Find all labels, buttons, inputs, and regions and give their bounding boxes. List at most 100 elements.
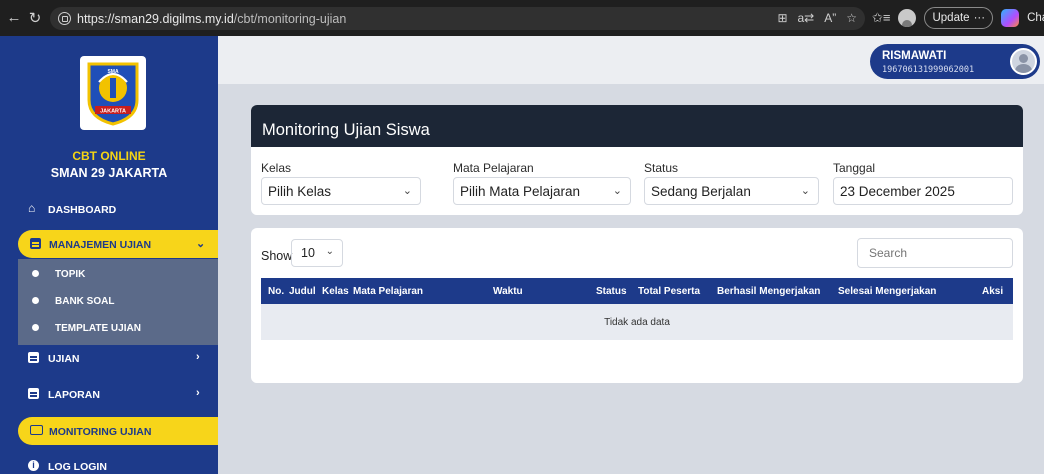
sidebar: JAKARTA SMA CBT ONLINE SMAN 29 JAKARTA ⌂… xyxy=(0,36,218,474)
svg-text:SMA: SMA xyxy=(107,69,119,75)
site-info-icon[interactable] xyxy=(58,12,71,25)
submenu-item-label: TOPIK xyxy=(55,269,86,280)
sidebar-item-ujian[interactable]: UJIAN › xyxy=(0,344,218,372)
column-header: Selesai Mengerjakan xyxy=(838,286,937,297)
page-size-select[interactable]: 10 ⌄ xyxy=(291,239,343,267)
submenu-item-label: BANK SOAL xyxy=(55,296,115,307)
sidebar-item-label: LOG LOGIN xyxy=(48,461,107,473)
main-content: Monitoring Ujian Siswa Kelas Pilih Kelas… xyxy=(218,84,1044,474)
split-screen-icon[interactable]: ⊞ xyxy=(777,11,787,25)
browser-toolbar: ← ↻ https://sman29.digilms.my.id/cbt/mon… xyxy=(0,0,1044,36)
submenu-manajemen-ujian: TOPIK BANK SOAL TEMPLATE UJIAN xyxy=(18,259,218,345)
document-icon xyxy=(28,388,39,399)
reload-icon[interactable]: ↻ xyxy=(24,9,46,27)
school-logo-emblem: JAKARTA SMA xyxy=(87,62,139,126)
school-logo: JAKARTA SMA xyxy=(80,56,146,130)
filter-status: Status Sedang Berjalan ⌄ xyxy=(644,161,819,205)
column-header: Aksi xyxy=(982,286,1004,297)
submenu-item-topik[interactable]: TOPIK xyxy=(18,261,218,287)
sidebar-item-laporan[interactable]: LAPORAN › xyxy=(0,380,218,408)
submenu-item-bank-soal[interactable]: BANK SOAL xyxy=(18,288,218,314)
copilot-icon[interactable] xyxy=(1001,9,1020,27)
address-bar[interactable]: https://sman29.digilms.my.id/cbt/monitor… xyxy=(50,7,865,30)
submenu-item-label: TEMPLATE UJIAN xyxy=(55,323,141,334)
select-value: Pilih Mata Pelajaran xyxy=(460,183,581,199)
status-select[interactable]: Sedang Berjalan ⌄ xyxy=(644,177,819,205)
bullet-icon xyxy=(32,270,39,277)
favorites-icon[interactable]: ✩≡ xyxy=(872,10,890,26)
sidebar-item-monitoring-ujian[interactable]: MONITORING UJIAN xyxy=(18,417,218,445)
column-header: Status xyxy=(596,286,627,297)
page-title: Monitoring Ujian Siswa xyxy=(262,121,430,139)
info-icon: i xyxy=(28,460,39,471)
sidebar-item-log-login[interactable]: i LOG LOGIN xyxy=(0,452,218,474)
search-input[interactable] xyxy=(857,238,1013,268)
table-body: Tidak ada data xyxy=(261,304,1013,340)
translate-icon[interactable]: a⇄ xyxy=(798,11,815,25)
column-header: Judul xyxy=(289,286,316,297)
school-name: SMAN 29 JAKARTA xyxy=(50,166,168,180)
update-button[interactable]: Update ··· xyxy=(924,7,994,29)
document-icon xyxy=(28,352,39,363)
svg-text:JAKARTA: JAKARTA xyxy=(100,109,126,115)
bullet-icon xyxy=(32,324,39,331)
document-icon xyxy=(30,238,41,249)
filter-tanggal: Tanggal 23 December 2025 xyxy=(833,161,1013,205)
home-icon: ⌂ xyxy=(28,201,36,215)
submenu-item-template-ujian[interactable]: TEMPLATE UJIAN xyxy=(18,315,218,341)
table-header: No. Judul Kelas Mata Pelajaran Waktu Sta… xyxy=(261,278,1013,304)
chevron-down-icon: ⌄ xyxy=(612,185,622,197)
filter-label: Kelas xyxy=(261,161,292,175)
select-value: 10 xyxy=(301,246,315,260)
monitor-icon xyxy=(30,425,43,435)
address-bar-actions: ⊞ a⇄ A” ☆ xyxy=(777,11,857,25)
browser-actions: ✩≡ Update ··· Cha xyxy=(872,7,1044,29)
user-id: 196706131999062001 xyxy=(882,65,975,75)
chevron-down-icon: ⌄ xyxy=(402,185,412,197)
favorite-star-icon[interactable]: ☆ xyxy=(846,11,857,25)
mata-pelajaran-select[interactable]: Pilih Mata Pelajaran ⌄ xyxy=(453,177,631,205)
empty-state: Tidak ada data xyxy=(604,317,670,328)
sidebar-item-manajemen-ujian[interactable]: MANAJEMEN UJIAN ⌄ xyxy=(18,230,218,258)
read-aloud-icon[interactable]: A” xyxy=(824,11,836,25)
sidebar-item-label: DASHBOARD xyxy=(48,204,117,216)
user-name: RISMAWATI xyxy=(882,50,947,62)
update-label: Update xyxy=(932,12,970,24)
select-value: Pilih Kelas xyxy=(268,183,332,199)
sidebar-item-label: MANAJEMEN UJIAN xyxy=(49,239,152,251)
sidebar-item-label: LAPORAN xyxy=(48,389,100,401)
user-menu[interactable]: RISMAWATI 196706131999062001 xyxy=(870,44,1040,79)
table-card: Show 10 ⌄ No. Judul Kelas Mata Pelajaran… xyxy=(251,228,1023,383)
select-value: Sedang Berjalan xyxy=(651,183,751,199)
input-value: 23 December 2025 xyxy=(840,183,955,199)
copilot-label: Cha xyxy=(1027,12,1044,24)
sidebar-item-label: UJIAN xyxy=(48,353,80,365)
chevron-down-icon: ⌄ xyxy=(196,238,206,250)
url-path: /cbt/monitoring-ujian xyxy=(233,11,347,26)
app-title: CBT ONLINE xyxy=(72,149,146,163)
filter-label: Tanggal xyxy=(833,161,876,175)
column-header: Waktu xyxy=(493,286,523,297)
chevron-right-icon: › xyxy=(196,387,200,399)
show-label: Show xyxy=(261,249,293,263)
filter-kelas: Kelas Pilih Kelas ⌄ xyxy=(261,161,421,205)
filter-mata-pelajaran: Mata Pelajaran Pilih Mata Pelajaran ⌄ xyxy=(453,161,631,205)
url-host: https://sman29.digilms.my.id xyxy=(77,11,234,26)
chevron-down-icon: ⌄ xyxy=(325,246,334,257)
avatar xyxy=(1010,48,1037,75)
back-icon[interactable]: ← xyxy=(3,9,25,26)
column-header: Kelas xyxy=(322,286,349,297)
filter-label: Mata Pelajaran xyxy=(453,161,534,175)
column-header: Total Peserta xyxy=(638,286,701,297)
sidebar-item-dashboard[interactable]: ⌂ DASHBOARD xyxy=(0,195,218,223)
tanggal-input[interactable]: 23 December 2025 xyxy=(833,177,1013,205)
more-icon: ··· xyxy=(973,12,986,24)
profile-icon[interactable] xyxy=(898,9,917,27)
top-bar: RISMAWATI 196706131999062001 xyxy=(218,36,1044,84)
column-header: Mata Pelajaran xyxy=(353,286,424,297)
filter-card: Monitoring Ujian Siswa Kelas Pilih Kelas… xyxy=(251,105,1023,215)
chevron-down-icon: ⌄ xyxy=(800,185,810,197)
kelas-select[interactable]: Pilih Kelas ⌄ xyxy=(261,177,421,205)
column-header: Berhasil Mengerjakan xyxy=(717,286,821,297)
bullet-icon xyxy=(32,297,39,304)
